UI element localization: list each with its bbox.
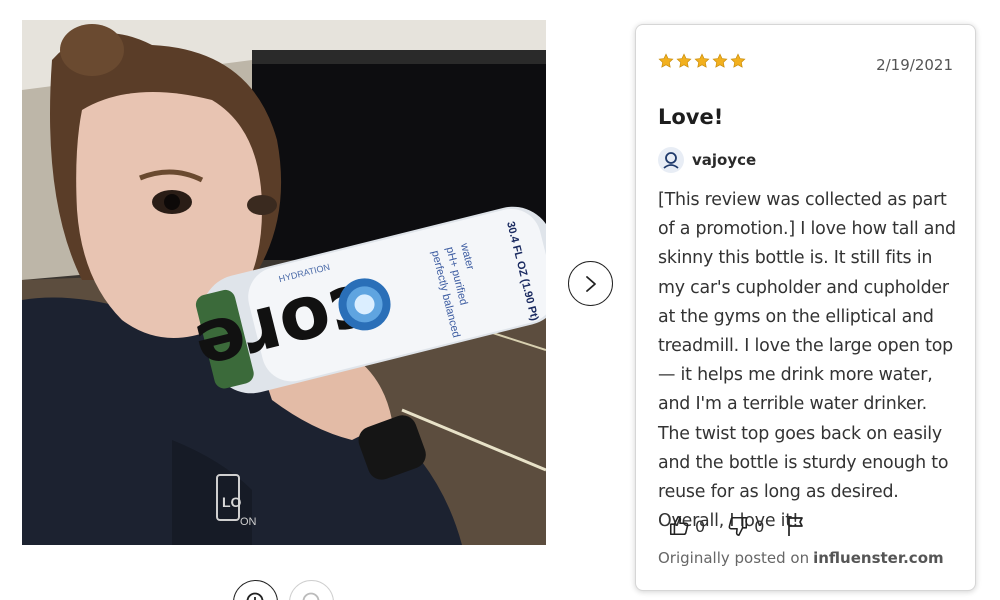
unhelpful-button[interactable]: 0: [727, 515, 764, 537]
star-icon: [694, 53, 710, 68]
source-prefix: Originally posted on: [658, 549, 810, 567]
star-icon: [676, 53, 692, 68]
review-photo[interactable]: LO ON core perfectly balanced pH+ purifi…: [22, 20, 546, 545]
author-name: vajoyce: [692, 151, 757, 169]
review-photo-image: LO ON core perfectly balanced pH+ purifi…: [22, 20, 546, 545]
search-icon: [302, 592, 319, 600]
svg-text:ON: ON: [240, 516, 257, 528]
star-rating: [658, 53, 746, 69]
zoom-in-icon: [246, 592, 263, 600]
review-date: 2/19/2021: [876, 56, 953, 74]
star-icon: [712, 53, 728, 68]
thumbs-down-icon: [728, 516, 748, 536]
chevron-right-icon: [585, 275, 596, 292]
helpful-button[interactable]: 0: [668, 515, 705, 537]
review-source: Originally posted on influenster.com: [658, 549, 944, 567]
zoom-out-button[interactable]: [289, 580, 334, 600]
unhelpful-count: 0: [754, 516, 765, 536]
source-site: influenster.com: [813, 549, 944, 567]
hoodie-logo-text: LO: [222, 494, 242, 510]
next-image-button[interactable]: [568, 261, 613, 306]
review-feedback: 0 0: [668, 515, 806, 537]
review-card: 2/19/2021 Love! vajoyce [This review was…: [635, 24, 976, 591]
review-title: Love!: [658, 105, 724, 129]
zoom-button[interactable]: [233, 580, 278, 600]
star-icon: [658, 53, 674, 68]
helpful-count: 0: [695, 516, 706, 536]
report-button[interactable]: [786, 515, 806, 537]
review-author: vajoyce: [658, 147, 756, 173]
user-icon: [663, 152, 679, 169]
thumbs-up-icon: [669, 516, 689, 536]
review-body: [This review was collected as part of a …: [658, 190, 956, 532]
avatar: [658, 147, 684, 173]
star-icon: [730, 53, 746, 68]
flag-icon: [788, 517, 804, 536]
